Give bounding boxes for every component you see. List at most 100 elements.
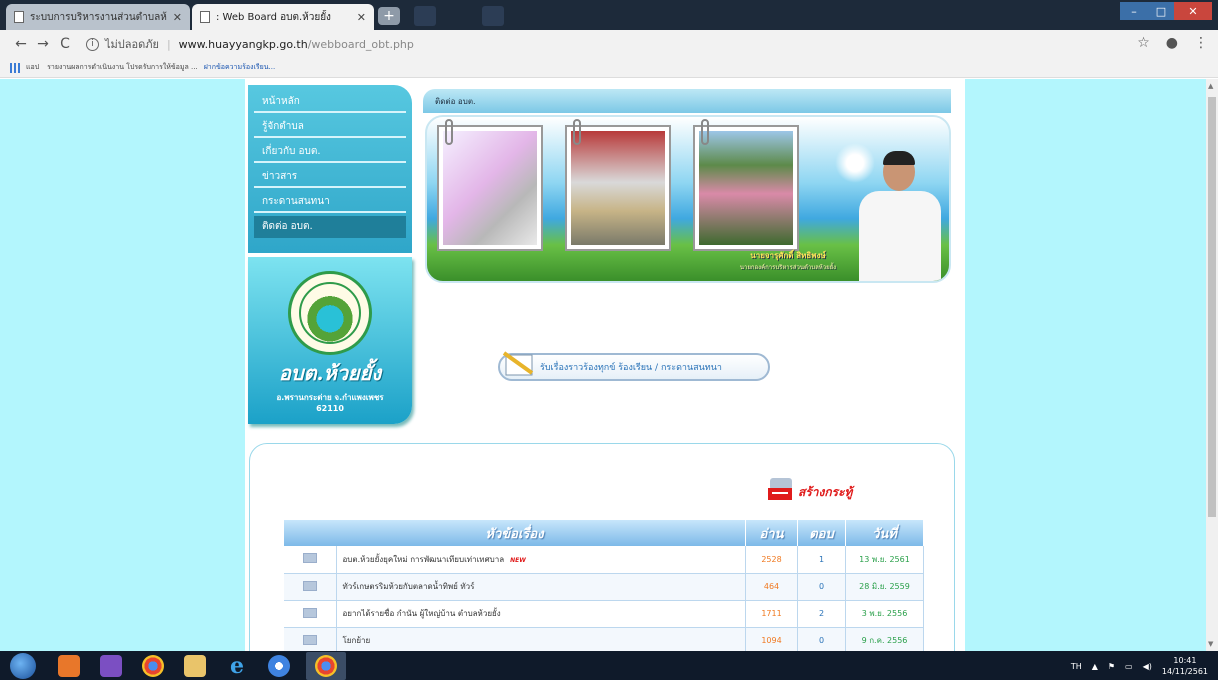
volume-icon[interactable]: ◀) — [1143, 662, 1152, 671]
banner-title: ติดต่อ อบต. — [435, 97, 476, 106]
banner-title-bar: ติดต่อ อบต. — [423, 89, 951, 113]
table-row[interactable]: ทัวร์เกษตรริมห้วยกับตลาดน้ำทิพย์ ทัวร์ 4… — [284, 573, 924, 601]
scroll-down-icon[interactable]: ▼ — [1208, 640, 1213, 648]
maximize-button[interactable]: □ — [1148, 2, 1174, 20]
close-tab-icon[interactable]: ✕ — [173, 11, 182, 24]
url-path[interactable]: /webboard_obt.php — [308, 38, 414, 51]
scroll-thumb[interactable] — [1208, 97, 1216, 517]
col-title: หัวข้อเรื่อง — [284, 520, 746, 546]
menu-item-webboard[interactable]: กระดานสนทนา — [254, 191, 406, 213]
topic-date: 3 พ.ย. 2556 — [845, 600, 924, 628]
complaint-button[interactable]: รับเรื่องราวร้องทุกข์ ร้องเรียน / กระดาน… — [498, 351, 770, 381]
chrome-icon[interactable] — [142, 654, 164, 677]
reply-count: 1 — [797, 546, 846, 574]
table-row[interactable]: โยกย้าย 1094 0 9 ก.ค. 2556 — [284, 627, 924, 651]
postcode-label: 62110 — [316, 404, 344, 413]
district-label: อ.พรานกระต่าย จ.กำแพงเพชร — [276, 393, 384, 402]
address-actions: ☆ ● ⋮ — [1137, 35, 1208, 51]
url-host[interactable]: www.huayyangkp.go.th — [179, 38, 308, 51]
bookmark-link[interactable]: ฝากข้อความร้องเรียน... — [204, 62, 276, 73]
media-player-icon[interactable] — [58, 654, 80, 677]
visual-studio-icon[interactable] — [100, 654, 122, 677]
read-count: 2528 — [745, 546, 798, 574]
envelope-icon — [284, 627, 337, 651]
page-viewport: หน้าหลัก รู้จักตำบล เกี่ยวกับ อบต. ข่าวส… — [0, 79, 1206, 651]
url-divider: | — [166, 37, 171, 51]
language-indicator[interactable]: TH — [1071, 662, 1082, 671]
pencil-note-icon — [502, 351, 534, 376]
caption-position: นายกองค์การบริหารส่วนตำบลห้วยยั้ง — [739, 264, 837, 271]
topic-link[interactable]: อบต.ห้วยยั้งยุคใหม่ การพัฒนาเทียบเท่าเทศ… — [343, 555, 505, 564]
reply-count: 0 — [797, 627, 846, 651]
clock-time: 10:41 — [1173, 656, 1197, 665]
bookmark-apps[interactable]: แอป — [26, 62, 39, 73]
taskbar: e TH ▲ ⚑ ▭ ◀) 10:41 14/11/2561 — [0, 651, 1218, 680]
topic-date: 28 มิ.ย. 2559 — [845, 573, 924, 601]
close-window-button[interactable]: ✕ — [1174, 2, 1212, 20]
table-row[interactable]: อบต.ห้วยยั้งยุคใหม่ การพัฒนาเทียบเท่าเทศ… — [284, 546, 924, 574]
network-icon[interactable]: ▭ — [1125, 662, 1133, 671]
minimize-button[interactable]: – — [1120, 2, 1148, 20]
account-icon[interactable]: ● — [1166, 35, 1178, 51]
topic-link[interactable]: โยกย้าย — [343, 636, 371, 645]
webboard-panel: สร้างกระทู้ หัวข้อเรื่อง อ่าน ตอบ วันที่… — [249, 443, 955, 651]
topic-date: 9 ก.ค. 2556 — [845, 627, 924, 651]
tab-webboard[interactable]: : Web Board อบต.ห้วยยั้ง ✕ — [192, 4, 374, 30]
blurred-area — [414, 6, 436, 26]
close-tab-icon[interactable]: ✕ — [357, 11, 366, 24]
start-button[interactable] — [10, 652, 36, 679]
reply-count: 2 — [797, 600, 846, 628]
vertical-scrollbar[interactable]: ▲ ▼ — [1206, 79, 1218, 651]
menu-icon[interactable]: ⋮ — [1194, 35, 1208, 51]
logo-panel: อบต.ห้วยยั้ง อ.พรานกระต่าย จ.กำแพงเพชร 6… — [248, 257, 412, 424]
tray-expand-icon[interactable]: ▲ — [1092, 662, 1098, 671]
topic-date: 13 พ.ย. 2561 — [845, 546, 924, 574]
envelope-icon — [284, 573, 337, 601]
table-row[interactable]: อยากได้รายชื่อ กำนัน ผู้ใหญ่บ้าน ตำบลห้ว… — [284, 600, 924, 628]
reload-icon[interactable]: C — [54, 36, 76, 52]
title-bar: ระบบการบริหารงานส่วนตำบลห้วยยั้ง อ.พ... … — [0, 0, 1218, 30]
tab-title: : Web Board อบต.ห้วยยั้ง — [216, 11, 331, 23]
apps-icon[interactable] — [10, 62, 20, 73]
flag-icon[interactable]: ⚑ — [1108, 662, 1115, 671]
menu-item-about-subdistrict[interactable]: รู้จักตำบล — [254, 116, 406, 138]
back-icon[interactable]: ← — [10, 36, 32, 52]
menu-item-home[interactable]: หน้าหลัก — [254, 91, 406, 113]
side-menu: หน้าหลัก รู้จักตำบล เกี่ยวกับ อบต. ข่าวส… — [248, 85, 412, 253]
seal-emblem — [288, 271, 372, 355]
create-topic-button[interactable]: สร้างกระทู้ — [766, 476, 852, 502]
bookmarks-bar: แอป รายงานผลการดำเนินงาน โปรดรับการให้ข้… — [0, 58, 1218, 78]
clock-date: 14/11/2561 — [1161, 667, 1208, 676]
col-date: วันที่ — [845, 520, 924, 546]
topic-link[interactable]: ทัวร์เกษตรริมห้วยกับตลาดน้ำทิพย์ ทัวร์ — [343, 582, 475, 591]
new-tab-button[interactable]: + — [378, 7, 400, 25]
topic-cell: ทัวร์เกษตรริมห้วยกับตลาดน้ำทิพย์ ทัวร์ — [336, 573, 746, 601]
portrait-caption: นายจารุศักดิ์ สิทธิพงษ์ นายกองค์การบริหา… — [723, 249, 853, 272]
read-count: 1711 — [745, 600, 798, 628]
document-icon — [14, 11, 24, 23]
forward-icon[interactable]: → — [32, 36, 54, 52]
security-label: ไม่ปลอดภัย — [105, 38, 159, 51]
photo-frame — [437, 119, 543, 251]
menu-item-contact[interactable]: ติดต่อ อบต. — [254, 216, 406, 238]
scroll-up-icon[interactable]: ▲ — [1208, 82, 1213, 90]
complaint-label: รับเรื่องราวร้องทุกข์ ร้องเรียน / กระดาน… — [540, 363, 722, 373]
chrome-canary-icon[interactable] — [268, 654, 290, 677]
menu-item-news[interactable]: ข่าวสาร — [254, 166, 406, 188]
tab-municipality[interactable]: ระบบการบริหารงานส่วนตำบลห้วยยั้ง อ.พ... … — [6, 4, 190, 30]
chrome-active-window[interactable] — [306, 651, 346, 680]
topic-cell: อยากได้รายชื่อ กำนัน ผู้ใหญ่บ้าน ตำบลห้ว… — [336, 600, 746, 628]
header-banner: นายจารุศักดิ์ สิทธิพงษ์ นายกองค์การบริหา… — [425, 115, 951, 283]
paperclip-icon — [701, 119, 709, 145]
info-icon[interactable]: i — [86, 37, 99, 51]
star-icon[interactable]: ☆ — [1137, 35, 1150, 51]
bookmark-item[interactable]: รายงานผลการดำเนินงาน โปรดรับการให้ข้อมูล… — [47, 62, 198, 73]
internet-explorer-icon[interactable]: e — [226, 655, 248, 677]
topic-link[interactable]: อยากได้รายชื่อ กำนัน ผู้ใหญ่บ้าน ตำบลห้ว… — [343, 609, 501, 618]
reply-count: 0 — [797, 573, 846, 601]
folder-icon[interactable] — [184, 654, 206, 677]
read-count: 464 — [745, 573, 798, 601]
menu-item-about-obt[interactable]: เกี่ยวกับ อบต. — [254, 141, 406, 163]
topics-table: หัวข้อเรื่อง อ่าน ตอบ วันที่ อบต.ห้วยยั้… — [284, 520, 924, 651]
clock[interactable]: 10:41 14/11/2561 — [1162, 655, 1208, 677]
